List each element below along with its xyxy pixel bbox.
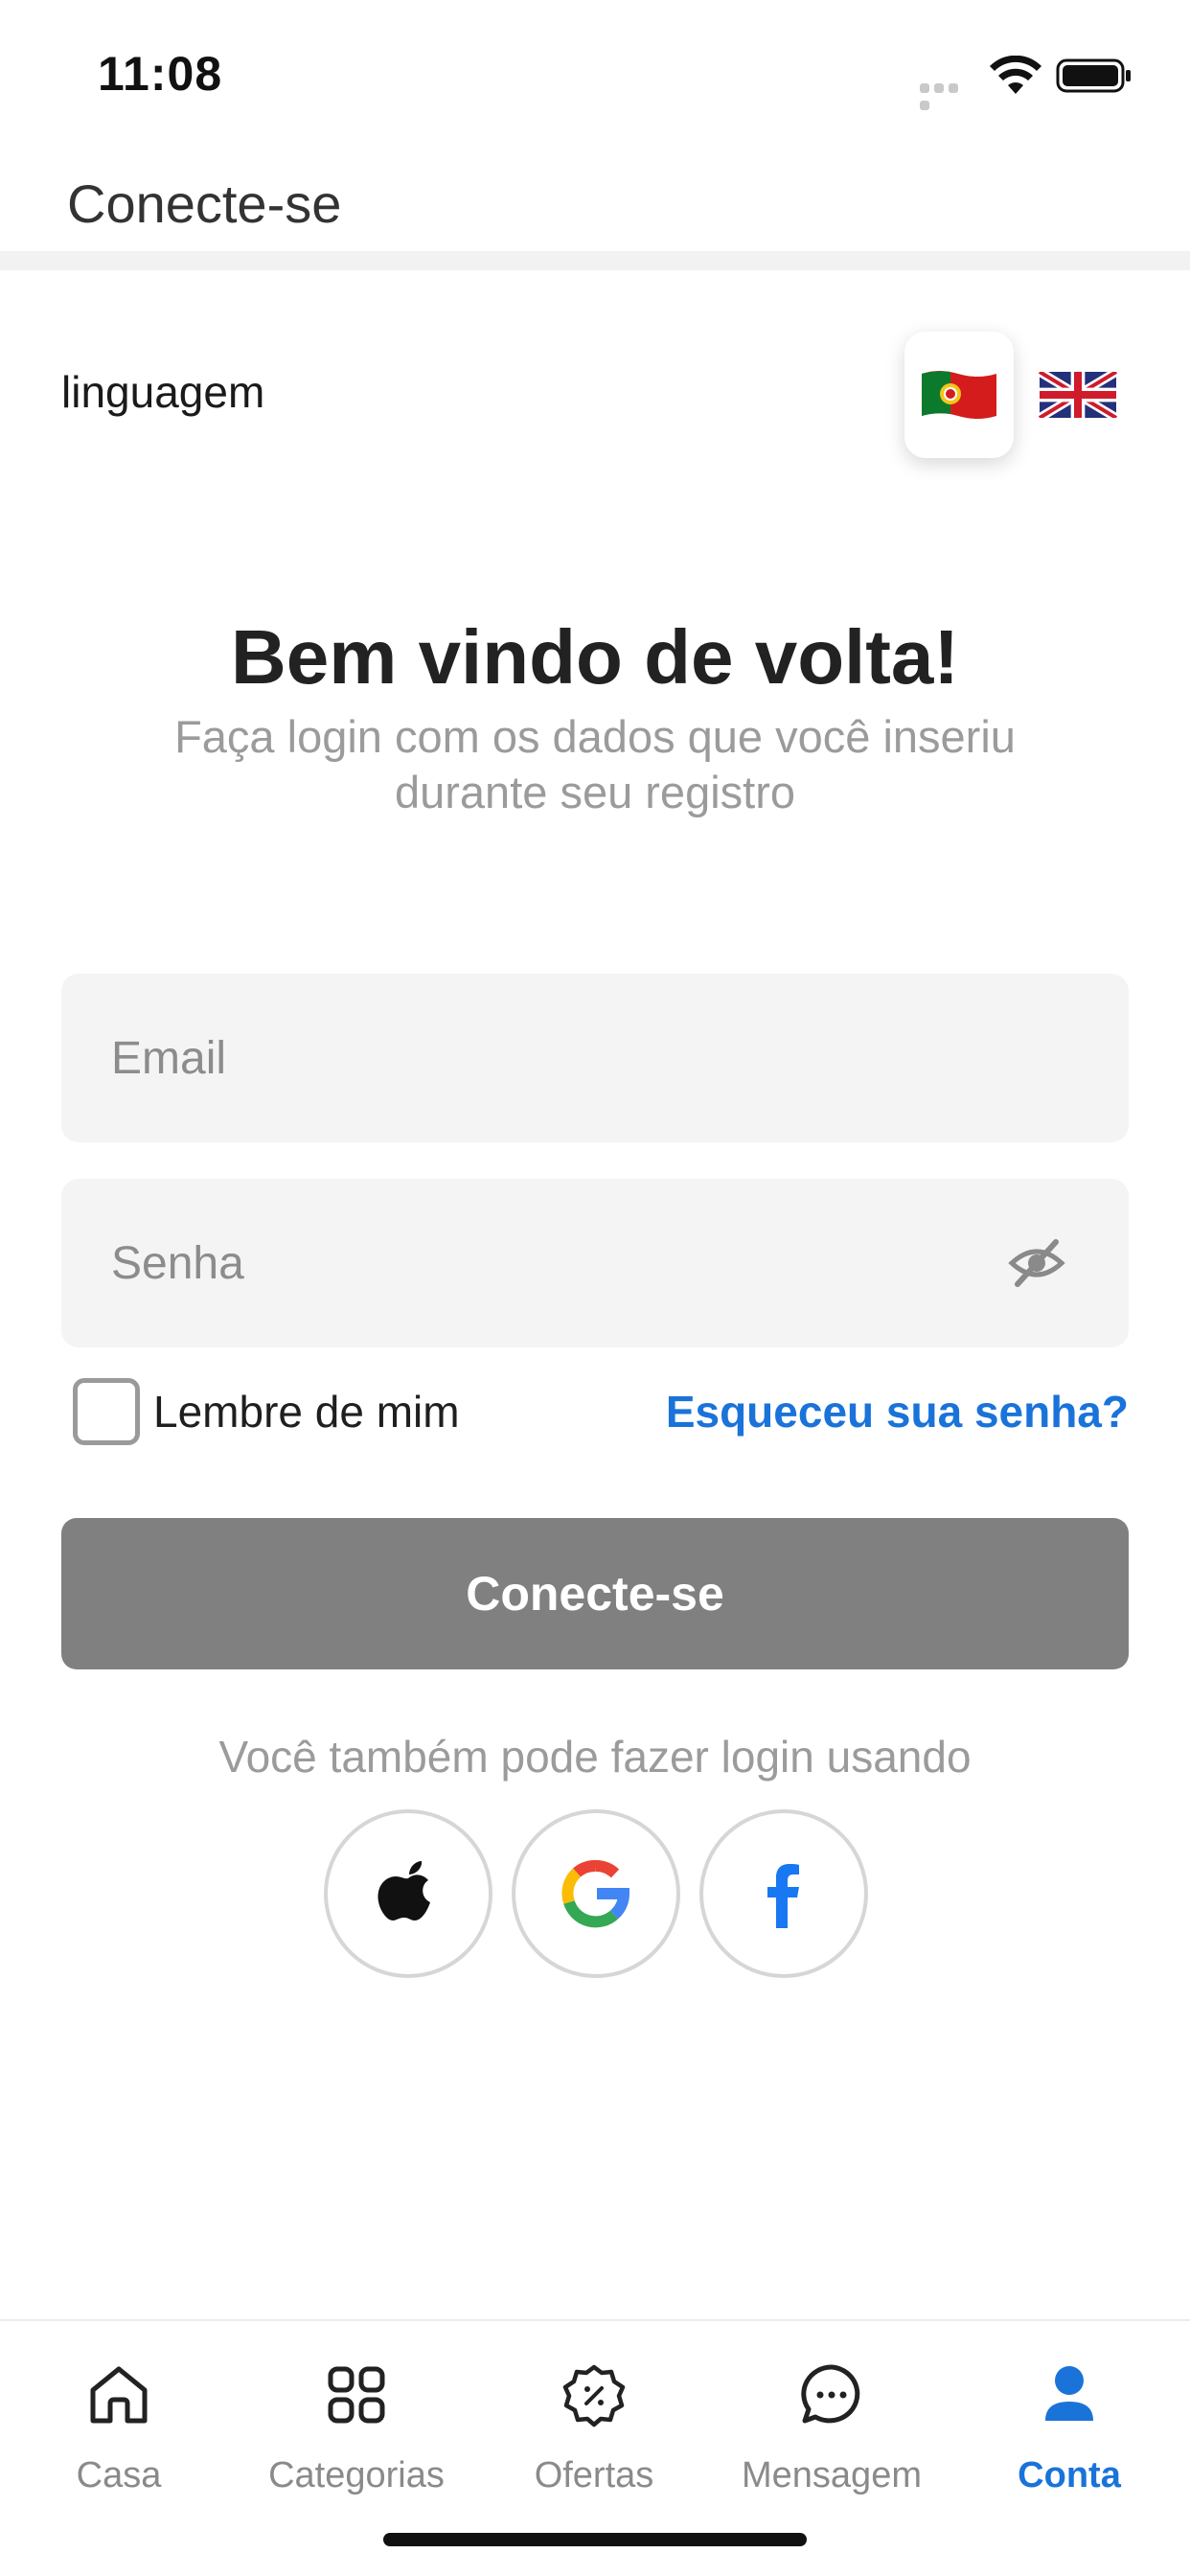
- tab-mensagem[interactable]: Mensagem: [726, 2342, 937, 2505]
- uk-flag-icon: [1039, 372, 1117, 418]
- email-input[interactable]: [111, 974, 973, 1142]
- tab-label: Conta: [1018, 2455, 1121, 2496]
- tab-label: Casa: [76, 2455, 162, 2496]
- forgot-password-link[interactable]: Esqueceu sua senha?: [666, 1386, 1129, 1438]
- eye-off-icon[interactable]: [1008, 1234, 1065, 1292]
- page-title: Conecte-se: [67, 173, 342, 234]
- google-icon: [561, 1860, 630, 1928]
- facebook-login-button[interactable]: [699, 1809, 868, 1978]
- apple-icon: [378, 1861, 430, 1920]
- chat-bubble-icon: [801, 2364, 860, 2424]
- facebook-icon: [767, 1864, 799, 1928]
- remember-row: Lembre de mim Esqueceu sua senha?: [0, 1370, 1190, 1447]
- cellular-signal-icon: [920, 80, 975, 110]
- apple-login-button[interactable]: [324, 1809, 492, 1978]
- tab-label: Ofertas: [534, 2455, 654, 2496]
- tab-ofertas[interactable]: Ofertas: [489, 2342, 699, 2505]
- welcome-subtitle: Faça login com os dados que você inseriu…: [174, 711, 1016, 817]
- remember-checkbox[interactable]: [73, 1378, 140, 1445]
- password-field-container: [61, 1179, 1129, 1347]
- portugal-flag-icon: [922, 371, 996, 419]
- password-input[interactable]: [111, 1179, 973, 1347]
- email-field-container: [61, 974, 1129, 1142]
- home-indicator: [383, 2533, 807, 2546]
- language-selector: linguagem: [0, 316, 1190, 470]
- tab-categorias[interactable]: Categorias: [251, 2342, 462, 2505]
- language-label: linguagem: [61, 367, 265, 417]
- welcome-title: Bem vindo de volta!: [230, 614, 960, 700]
- tab-conta[interactable]: Conta: [964, 2342, 1175, 2505]
- remember-label[interactable]: Lembre de mim: [153, 1386, 460, 1438]
- nav-header: Conecte-se: [0, 144, 1190, 251]
- battery-icon: [1056, 58, 1131, 93]
- social-login-caption: Você também pode fazer login usando: [218, 1732, 972, 1782]
- login-button[interactable]: Conecte-se: [61, 1518, 1129, 1669]
- language-option-pt[interactable]: [904, 332, 1014, 458]
- google-login-button[interactable]: [512, 1809, 680, 1978]
- user-icon: [1045, 2366, 1093, 2421]
- header-divider: [0, 251, 1190, 270]
- tab-label: Categorias: [268, 2455, 445, 2496]
- discount-badge-icon: [562, 2364, 626, 2427]
- status-time: 11:08: [98, 47, 223, 101]
- grid-icon: [328, 2366, 385, 2424]
- language-option-en[interactable]: [1023, 332, 1133, 458]
- wifi-icon: [990, 56, 1041, 94]
- home-icon: [90, 2366, 148, 2424]
- tab-casa[interactable]: Casa: [13, 2342, 224, 2505]
- tab-label: Mensagem: [742, 2455, 922, 2496]
- status-bar: 11:08: [0, 0, 1190, 144]
